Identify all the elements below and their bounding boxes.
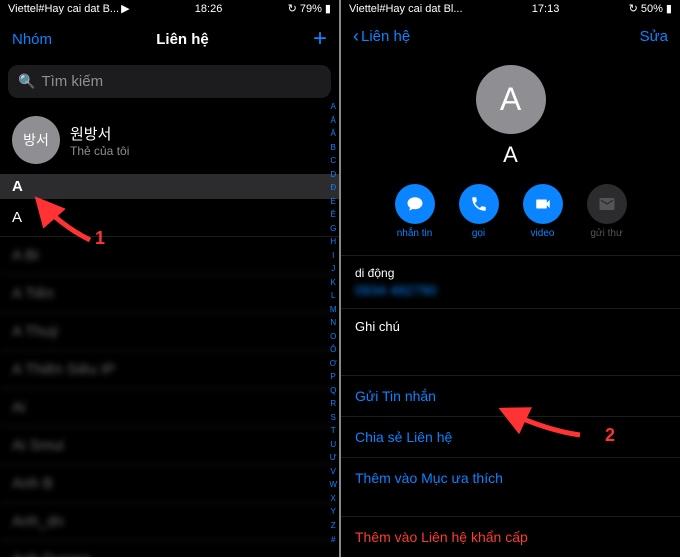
contact-row[interactable]: Ai: [0, 389, 339, 427]
contact-row[interactable]: A Thiên Siêu IP: [0, 351, 339, 389]
emergency-contact-link[interactable]: Thêm vào Liên hệ khẩn cấp: [341, 516, 680, 557]
phone-field[interactable]: di động 0934 482790: [341, 255, 680, 308]
add-favorite-link[interactable]: Thêm vào Mục ưa thích: [341, 457, 680, 498]
avatar: 방서: [12, 116, 60, 164]
my-name: 원방서: [70, 123, 129, 144]
call-button[interactable]: gọi: [459, 184, 499, 239]
contact-row[interactable]: Anh Dượng: [0, 541, 339, 557]
time-text: 17:13: [532, 3, 560, 15]
edit-button[interactable]: Sửa: [640, 28, 668, 45]
contact-row[interactable]: A Tiên: [0, 275, 339, 313]
contact-detail-screen: Viettel#Hay cai dat Bl... 17:13 ↻ 50% ▮ …: [341, 0, 680, 557]
phone-icon: [470, 195, 488, 213]
video-icon: [534, 195, 552, 213]
contact-avatar: A: [476, 65, 546, 134]
wifi-icon: ▶: [121, 2, 129, 15]
contact-row[interactable]: A Thuý: [0, 313, 339, 351]
nav-bar: ‹Liên hệ Sửa: [341, 18, 680, 55]
search-input[interactable]: 🔍 Tìm kiếm: [8, 65, 331, 98]
back-button[interactable]: ‹Liên hệ: [353, 26, 410, 47]
groups-button[interactable]: Nhóm: [12, 31, 52, 48]
status-bar: Viettel#Hay cai dat B... ▶ 18:26 ↻ 79% ▮: [0, 0, 339, 17]
message-button[interactable]: nhắn tin: [395, 184, 435, 239]
my-card[interactable]: 방서 원방서 Thẻ của tôi: [0, 106, 339, 174]
annotation-arrow-2: [495, 395, 585, 445]
time-text: 18:26: [195, 3, 223, 15]
search-icon: 🔍: [18, 73, 35, 90]
battery-text: ↻ 79% ▮: [288, 2, 331, 15]
action-buttons: nhắn tin gọi video gửi thư: [341, 184, 680, 255]
my-card-label: Thẻ của tôi: [70, 144, 129, 158]
page-title: Liên hệ: [156, 31, 209, 48]
alphabet-index[interactable]: AĂÂBCDĐEÊGHIJKLMNOÔƠPQRSTUƯVWXYZ#: [329, 100, 337, 547]
nav-bar: Nhóm Liên hệ +: [0, 17, 339, 61]
contacts-list-screen: Viettel#Hay cai dat B... ▶ 18:26 ↻ 79% ▮…: [0, 0, 339, 557]
video-button[interactable]: video: [523, 184, 563, 239]
status-bar: Viettel#Hay cai dat Bl... 17:13 ↻ 50% ▮: [341, 0, 680, 18]
notes-field[interactable]: Ghi chú: [341, 308, 680, 358]
battery-text: ↻ 50% ▮: [629, 2, 672, 15]
contact-row[interactable]: Anh B: [0, 465, 339, 503]
carrier-text: Viettel#Hay cai dat B...: [8, 3, 119, 15]
contact-row[interactable]: Anh_dn: [0, 503, 339, 541]
search-placeholder: Tìm kiếm: [41, 73, 103, 90]
chevron-left-icon: ‹: [353, 26, 359, 47]
carrier-text: Viettel#Hay cai dat Bl...: [349, 3, 463, 15]
message-icon: [406, 195, 424, 213]
mail-button: gửi thư: [587, 184, 627, 239]
annotation-label-2: 2: [605, 425, 615, 446]
annotation-arrow-1: [30, 195, 100, 245]
contact-row[interactable]: Ai Smui: [0, 427, 339, 465]
contact-name: A: [341, 142, 680, 168]
mail-icon: [598, 195, 616, 213]
add-contact-button[interactable]: +: [313, 25, 327, 53]
